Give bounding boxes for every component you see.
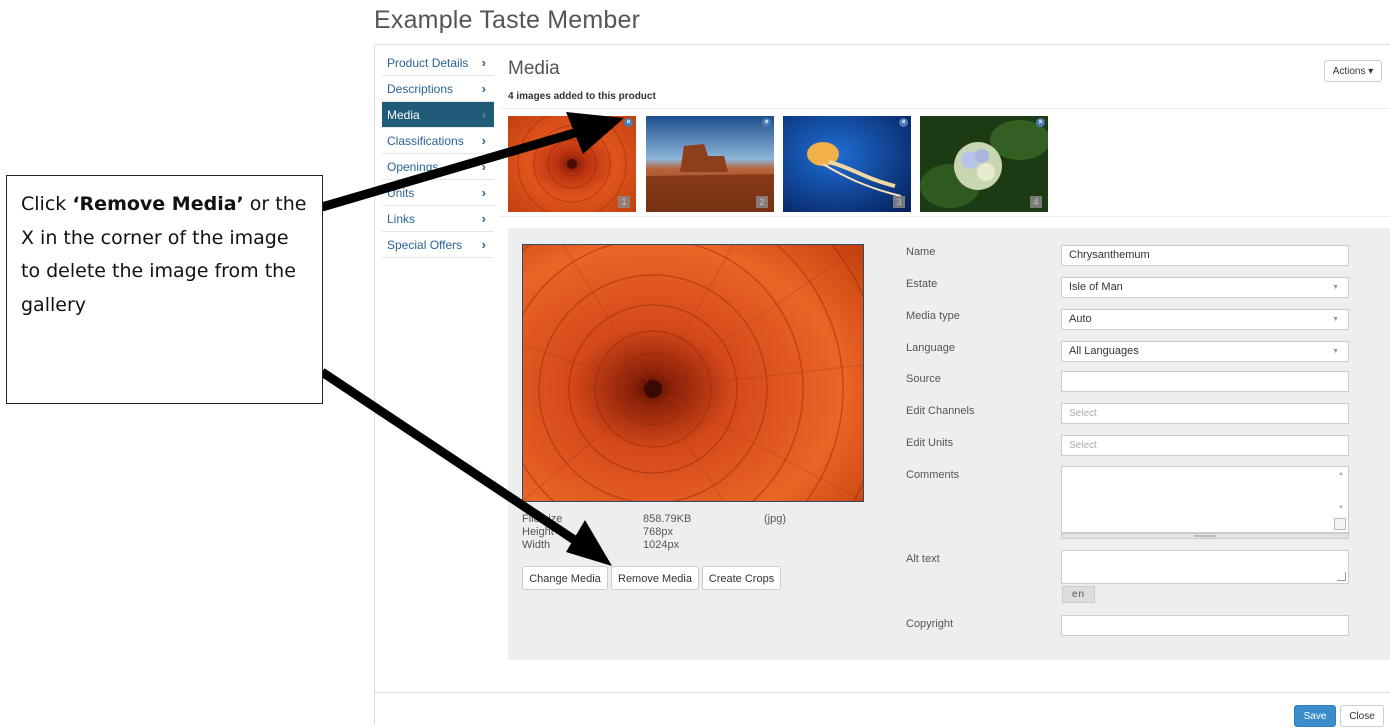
callout-prefix: Click xyxy=(21,193,73,215)
alt-text-label: Alt text xyxy=(906,553,940,565)
language-select[interactable]: All Languages ▼ xyxy=(1061,341,1349,362)
sidebar-item-media[interactable]: Media › xyxy=(382,102,494,128)
sidebar-item-label: Units xyxy=(387,186,415,200)
sidebar-item-label: Product Details xyxy=(387,56,469,70)
sidebar-nav: Product Details › Descriptions › Media › Cl… xyxy=(382,50,494,258)
media-type-select[interactable]: Auto ▼ xyxy=(1061,309,1349,330)
thumbnail-desert[interactable]: × 2 xyxy=(646,116,774,212)
scroll-down-icon[interactable]: ▼ xyxy=(1338,505,1344,511)
horizontal-scrollbar[interactable] xyxy=(1061,533,1349,539)
media-count: 4 images added to this product xyxy=(508,91,656,102)
media-type-label: Media type xyxy=(906,310,960,322)
create-crops-button[interactable]: Create Crops xyxy=(702,566,781,590)
filesize-value: 858.79KB xyxy=(643,513,692,525)
chevron-right-icon: › xyxy=(481,159,486,174)
remove-image-icon[interactable]: × xyxy=(1036,118,1045,127)
sidebar-item-label: Classifications xyxy=(387,134,464,148)
chevron-right-icon: › xyxy=(481,211,486,226)
sidebar-item-descriptions[interactable]: Descriptions › xyxy=(382,76,494,102)
sidebar-item-product-details[interactable]: Product Details › xyxy=(382,50,494,76)
flower-image xyxy=(523,245,863,501)
scrollbar-thumb[interactable] xyxy=(1194,535,1216,537)
resize-handle-icon[interactable] xyxy=(1334,518,1346,530)
footer-divider xyxy=(374,692,1390,693)
comments-textarea[interactable]: ▲ ▼ xyxy=(1061,466,1349,533)
actions-dropdown-button[interactable]: Actions ▾ xyxy=(1324,60,1382,82)
chevron-right-icon: › xyxy=(481,133,486,148)
height-value: 768px xyxy=(643,526,673,538)
remove-image-icon[interactable]: × xyxy=(899,118,908,127)
height-label: Height xyxy=(522,526,554,538)
edit-channels-select[interactable]: Select xyxy=(1061,403,1349,424)
chevron-right-icon: › xyxy=(481,185,486,200)
scroll-up-icon[interactable]: ▲ xyxy=(1338,471,1344,477)
sidebar-item-units[interactable]: Units › xyxy=(382,180,494,206)
chevron-right-icon: › xyxy=(481,237,486,252)
selected-media-preview xyxy=(522,244,864,502)
filesize-label: File size xyxy=(522,513,563,525)
sidebar-item-label: Special Offers xyxy=(387,238,463,252)
name-field[interactable]: Chrysanthemum xyxy=(1061,245,1349,266)
sidebar-item-label: Openings xyxy=(387,160,439,174)
sidebar-item-label: Descriptions xyxy=(387,82,454,96)
estate-select[interactable]: Isle of Man ▼ xyxy=(1061,277,1349,298)
alt-text-textarea[interactable] xyxy=(1061,550,1349,584)
width-value: 1024px xyxy=(643,539,680,551)
media-heading: Media xyxy=(508,58,560,79)
sidebar-item-label: Links xyxy=(387,212,416,226)
chevron-down-icon: ▼ xyxy=(1332,284,1339,291)
comments-label: Comments xyxy=(906,469,960,481)
sidebar-item-classifications[interactable]: Classifications › xyxy=(382,128,494,154)
sidebar-item-links[interactable]: Links › xyxy=(382,206,494,232)
instruction-callout: Click ‘Remove Media’ or the X in the cor… xyxy=(6,175,323,404)
sidebar-item-special-offers[interactable]: Special Offers › xyxy=(382,232,494,258)
estate-label: Estate xyxy=(906,278,938,290)
edit-units-label: Edit Units xyxy=(906,437,954,449)
chevron-right-icon: › xyxy=(481,107,486,122)
sidebar-item-openings[interactable]: Openings › xyxy=(382,154,494,180)
divider xyxy=(500,108,1390,109)
thumbnail-number: 4 xyxy=(1030,196,1042,208)
edit-units-select[interactable]: Select xyxy=(1061,435,1349,456)
name-label: Name xyxy=(906,246,936,258)
copyright-label: Copyright xyxy=(906,618,954,630)
thumbnail-chrysanthemum[interactable]: × 1 xyxy=(508,116,636,212)
media-type-value: Auto xyxy=(1069,313,1092,325)
thumbnail-number: 3 xyxy=(893,196,905,208)
estate-value: Isle of Man xyxy=(1069,281,1123,293)
change-media-button[interactable]: Change Media xyxy=(522,566,608,590)
callout-emphasis: ‘Remove Media’ xyxy=(72,193,244,215)
edit-channels-label: Edit Channels xyxy=(906,405,975,417)
source-field[interactable] xyxy=(1061,371,1349,392)
source-label: Source xyxy=(906,373,941,385)
copyright-field[interactable] xyxy=(1061,615,1349,636)
language-label: Language xyxy=(906,342,955,354)
language-en-button[interactable]: en xyxy=(1062,586,1095,603)
hydrangea-image xyxy=(920,116,1048,212)
desert-image xyxy=(646,116,774,212)
remove-image-icon[interactable]: × xyxy=(624,118,633,127)
thumbnail-number: 1 xyxy=(618,196,630,208)
chevron-down-icon: ▼ xyxy=(1332,316,1339,323)
sidebar-item-label: Media xyxy=(387,108,420,122)
thumbnail-hydrangeas[interactable]: × 4 xyxy=(920,116,1048,212)
thumbnail-number: 2 xyxy=(756,196,768,208)
width-label: Width xyxy=(522,539,551,551)
chevron-down-icon: ▼ xyxy=(1332,348,1339,355)
page-title: Example Taste Member xyxy=(374,6,641,34)
resize-handle-icon[interactable] xyxy=(1337,572,1346,581)
jellyfish-image xyxy=(783,116,911,212)
file-type: (jpg) xyxy=(764,513,787,525)
language-value: All Languages xyxy=(1069,345,1139,357)
chevron-right-icon: › xyxy=(481,81,486,96)
divider xyxy=(500,216,1390,217)
thumbnail-jellyfish[interactable]: × 3 xyxy=(783,116,911,212)
chevron-right-icon: › xyxy=(481,55,486,70)
remove-media-button[interactable]: Remove Media xyxy=(611,566,699,590)
remove-image-icon[interactable]: × xyxy=(762,118,771,127)
flower-image xyxy=(508,116,636,212)
